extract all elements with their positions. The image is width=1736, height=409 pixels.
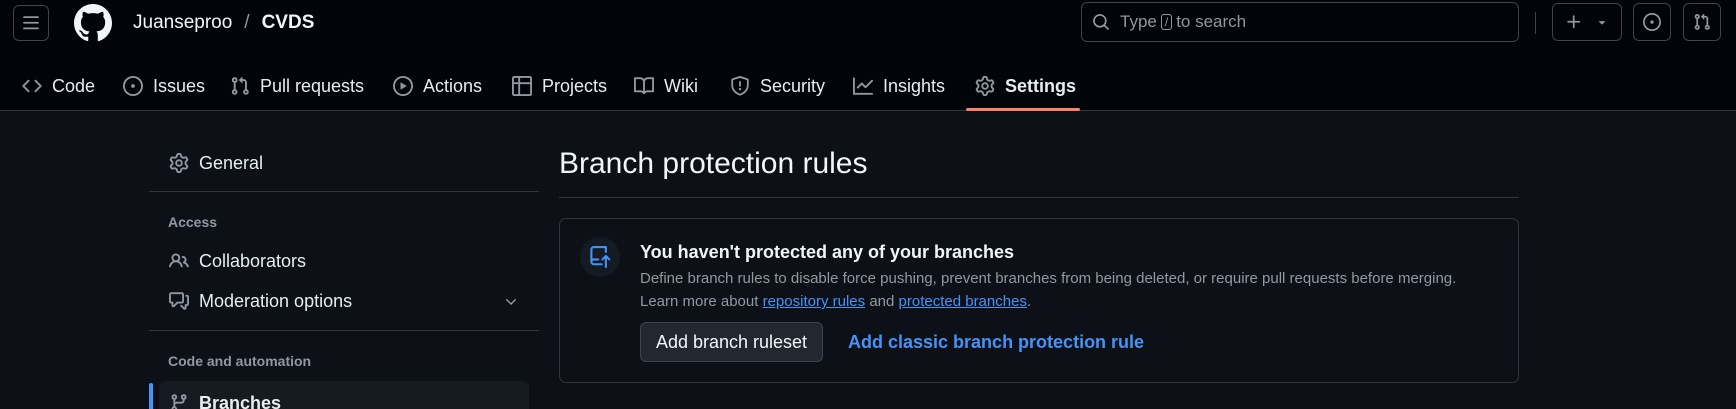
play-icon: [393, 76, 413, 96]
sidebar-item-label: Collaborators: [199, 250, 307, 271]
graph-icon: [853, 77, 873, 95]
learn-more-line: Learn more about repository rules and pr…: [640, 290, 1500, 313]
learn-more-prefix: Learn more about: [640, 293, 759, 310]
tab-pull-requests[interactable]: Pull requests: [230, 62, 364, 110]
sidebar-heading-access: Access: [168, 214, 218, 230]
git-branch-icon: [171, 394, 187, 409]
search-suffix: to search: [1176, 12, 1247, 31]
repo-nav: Code Issues Pull requests Actions Projec…: [0, 62, 1736, 111]
tab-insights[interactable]: Insights: [853, 62, 945, 110]
tab-label: Pull requests: [260, 75, 365, 96]
sidebar-item-label: Branches: [199, 392, 282, 409]
plus-icon: [1567, 15, 1581, 29]
tab-actions[interactable]: Actions: [393, 62, 482, 110]
tab-label: Security: [760, 75, 826, 96]
gear-icon: [975, 76, 995, 96]
repo-owner-link[interactable]: Juanseproo: [133, 11, 232, 35]
code-icon: [22, 79, 42, 93]
search-icon: [1093, 14, 1109, 30]
search-placeholder: Type / to search: [1120, 12, 1246, 32]
triangle-down-icon: [1598, 21, 1606, 25]
header-divider: [1535, 12, 1536, 34]
tab-label: Projects: [542, 75, 608, 96]
empty-state-desc-line: Define branch rules to disable force pus…: [640, 270, 1457, 287]
book-icon: [634, 77, 654, 95]
tab-label: Wiki: [664, 75, 698, 96]
sidebar-item-label: General: [199, 152, 264, 173]
protected-branches-link[interactable]: protected branches: [899, 293, 1027, 310]
tab-label: Insights: [883, 75, 946, 96]
comment-discussion-icon: [169, 292, 189, 310]
tab-security[interactable]: Security: [730, 62, 825, 110]
title-divider: [559, 197, 1519, 198]
search-shortcut-key: /: [1160, 14, 1173, 30]
tab-settings[interactable]: Settings: [975, 62, 1076, 110]
empty-state-box: You haven't protected any of your branch…: [559, 218, 1519, 383]
chevron-down-icon: [506, 299, 516, 305]
active-tab-indicator: [966, 108, 1080, 111]
add-classic-rule-link[interactable]: Add classic branch protection rule: [848, 332, 1144, 353]
search-prefix: Type: [1120, 12, 1157, 31]
empty-state-description: Define branch rules to disable force pus…: [640, 267, 1500, 313]
repo-name-link[interactable]: CVDS: [262, 11, 315, 35]
issue-opened-icon: [123, 76, 143, 96]
people-icon: [169, 253, 189, 268]
tab-wiki[interactable]: Wiki: [634, 62, 698, 110]
sidebar-divider: [149, 330, 539, 331]
github-logo-icon[interactable]: [74, 4, 112, 42]
tab-label: Issues: [153, 75, 206, 96]
empty-state-title: You haven't protected any of your branch…: [640, 242, 1015, 262]
shield-icon: [731, 76, 749, 96]
sidebar-divider: [149, 191, 539, 192]
tab-label: Code: [52, 75, 96, 96]
tab-label: Actions: [423, 75, 483, 96]
tab-issues[interactable]: Issues: [123, 62, 205, 110]
tab-label: Settings: [1005, 75, 1077, 96]
sidebar-item-moderation-options[interactable]: Moderation options: [149, 282, 539, 320]
open-menu-button[interactable]: [13, 5, 49, 41]
issue-opened-icon: [1643, 13, 1661, 31]
repository-rules-link[interactable]: repository rules: [763, 293, 866, 310]
sidebar-heading-code-and-automation: Code and automation: [168, 353, 312, 369]
app-header: Juanseproo / CVDS Type / to search Code …: [0, 0, 1736, 111]
sidebar-item-branches[interactable]: Branches: [149, 381, 539, 409]
table-icon: [512, 76, 532, 96]
gear-icon: [169, 153, 189, 173]
sidebar-item-general[interactable]: General: [149, 144, 539, 182]
search-input[interactable]: Type / to search: [1081, 2, 1519, 42]
learn-more-and: and: [869, 293, 895, 310]
tab-code[interactable]: Code: [22, 62, 95, 110]
add-branch-ruleset-button[interactable]: Add branch ruleset: [640, 322, 823, 362]
your-issues-button[interactable]: [1633, 3, 1671, 41]
learn-more-end: .: [1026, 293, 1032, 310]
sidebar-item-label: Moderation options: [199, 290, 353, 311]
your-pull-requests-button[interactable]: [1683, 3, 1721, 41]
repo-push-icon: [580, 237, 620, 277]
sidebar-item-collaborators[interactable]: Collaborators: [149, 242, 539, 280]
hamburger-icon: [23, 16, 39, 30]
breadcrumb-separator: /: [244, 12, 250, 33]
breadcrumb: Juanseproo / CVDS: [133, 11, 314, 35]
page-title: Branch protection rules: [559, 147, 868, 180]
tab-projects[interactable]: Projects: [512, 62, 607, 110]
git-pull-request-icon: [1694, 13, 1710, 30]
git-pull-request-icon: [231, 76, 249, 95]
create-new-button[interactable]: [1552, 3, 1622, 41]
